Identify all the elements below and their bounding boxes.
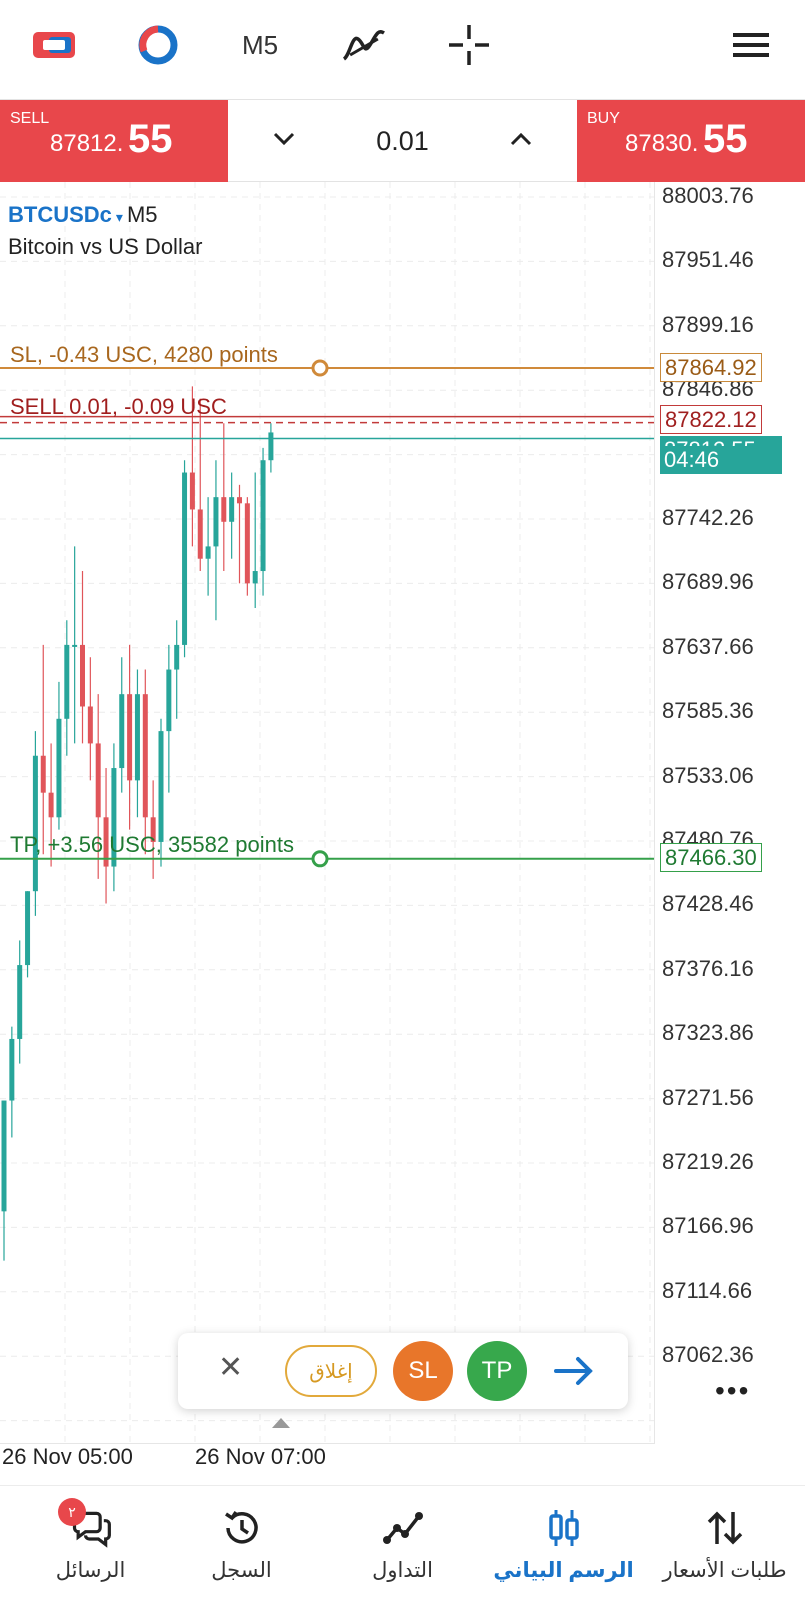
chevron-down-icon[interactable] [272, 131, 296, 152]
sell-label: SELL [10, 110, 50, 127]
chart-area[interactable]: BTCUSDc ▾ M5 Bitcoin vs US Dollar 88003.76… [0, 182, 805, 1482]
buy-button[interactable]: BUY 87830. 55 [577, 100, 805, 182]
price-axis-label: 87742.26 [662, 505, 754, 530]
lot-selector: 0.01 [228, 100, 577, 182]
indicators-icon[interactable] [338, 20, 390, 70]
set-tp-button[interactable]: TP [467, 1341, 527, 1401]
price-axis-label: 87376.16 [662, 955, 754, 981]
price-axis-label: 87689.96 [662, 569, 754, 595]
price-axis-label: 87428.46 [662, 891, 754, 917]
price-axis-label: 87585.36 [662, 698, 754, 724]
candles-icon [542, 1506, 586, 1550]
price-axis-label: 87899.16 [662, 311, 754, 337]
top-toolbar: M5 [0, 0, 805, 100]
price-axis-label: 87114.66 [662, 1277, 753, 1303]
plot-frame [0, 182, 655, 1444]
set-sl-button[interactable]: SL [393, 1341, 453, 1401]
symbol-timeframe: M5 [126, 202, 158, 227]
close-position-button[interactable]: إغلاق [285, 1345, 377, 1397]
more-options-icon[interactable]: ••• [715, 1375, 750, 1407]
sell-position-label[interactable]: SELL 0.01, -0.09 USC [10, 394, 227, 420]
scroll-handle-icon[interactable] [272, 1418, 290, 1428]
position-actions-popup: ✕ إغلاق SL TP [178, 1333, 628, 1409]
crosshair-icon[interactable] [443, 20, 495, 70]
buy-price-main: 87830. [625, 130, 699, 157]
tp-price-tag: 87466.30 [660, 843, 762, 872]
lot-size-value[interactable]: 0.01 [376, 126, 429, 157]
symbol-description: Bitcoin vs US Dollar [8, 234, 203, 259]
price-axis-label: 87219.26 [662, 1149, 754, 1174]
chevron-up-icon[interactable] [509, 131, 533, 152]
nav-trade[interactable]: التداول [322, 1486, 483, 1600]
menu-icon[interactable] [726, 20, 776, 70]
indicator-ring-icon[interactable] [132, 20, 184, 70]
bar-countdown: 04:46 [660, 446, 782, 474]
one-click-trade-bar: SELL 87812. 55 0.01 BUY 87830. 55 [0, 100, 805, 182]
time-label-1: 26 Nov 05:00 [2, 1444, 133, 1469]
quotes-icon [703, 1506, 747, 1550]
timeframe-button[interactable]: M5 [234, 20, 286, 70]
price-axis-label: 87271.56 [662, 1084, 754, 1110]
price-axis-label: 87323.86 [662, 1020, 754, 1046]
sl-price-tag: 87864.92 [660, 353, 762, 382]
nav-quotes[interactable]: طلبات الأسعار [644, 1486, 805, 1600]
nav-messages[interactable]: ٢ الرسائل [10, 1486, 171, 1600]
nav-trade-label: التداول [372, 1559, 433, 1582]
nav-chart[interactable]: الرسم البياني [483, 1486, 644, 1600]
price-axis-label: 87637.66 [662, 633, 754, 659]
sl-line-label[interactable]: SL, -0.43 USC, 4280 points [10, 342, 278, 368]
nav-history-label: السجل [211, 1559, 272, 1582]
sell-button[interactable]: SELL 87812. 55 [0, 100, 228, 182]
arrow-right-icon[interactable] [550, 1347, 598, 1395]
buy-label: BUY [587, 110, 620, 127]
symbol-header[interactable]: BTCUSDc ▾ M5 [8, 202, 158, 228]
trade-icon [381, 1506, 425, 1550]
buy-price-big: 55 [703, 117, 748, 161]
history-icon [220, 1506, 264, 1550]
nav-history[interactable]: السجل [161, 1486, 322, 1600]
nav-quotes-label: طلبات الأسعار [662, 1559, 787, 1582]
nav-chart-label: الرسم البياني [493, 1559, 634, 1582]
sell-price-tag: 87822.12 [660, 405, 762, 434]
price-axis-label: 88003.76 [662, 183, 754, 208]
symbol-dropdown-icon: ▾ [115, 209, 123, 225]
time-label-2: 26 Nov 07:00 [195, 1444, 326, 1469]
close-icon[interactable]: ✕ [218, 1350, 243, 1385]
sell-price-main: 87812. [50, 130, 124, 157]
price-axis-label: 87062.36 [662, 1342, 754, 1368]
price-axis-label: 87166.96 [662, 1213, 754, 1239]
symbol-name: BTCUSDc [8, 202, 112, 227]
symbol-switch-icon[interactable] [28, 20, 80, 70]
nav-messages-label: الرسائل [55, 1559, 126, 1582]
price-axis-label: 87533.06 [662, 762, 754, 788]
messages-badge: ٢ [58, 1498, 86, 1526]
price-axis-label: 87951.46 [662, 247, 754, 273]
tp-line-label[interactable]: TP, +3.56 USC, 35582 points [10, 832, 294, 858]
bottom-navigation: ٢ الرسائل السجل التداول الرسم البياني طل… [0, 1485, 805, 1600]
sell-price-big: 55 [128, 117, 173, 161]
